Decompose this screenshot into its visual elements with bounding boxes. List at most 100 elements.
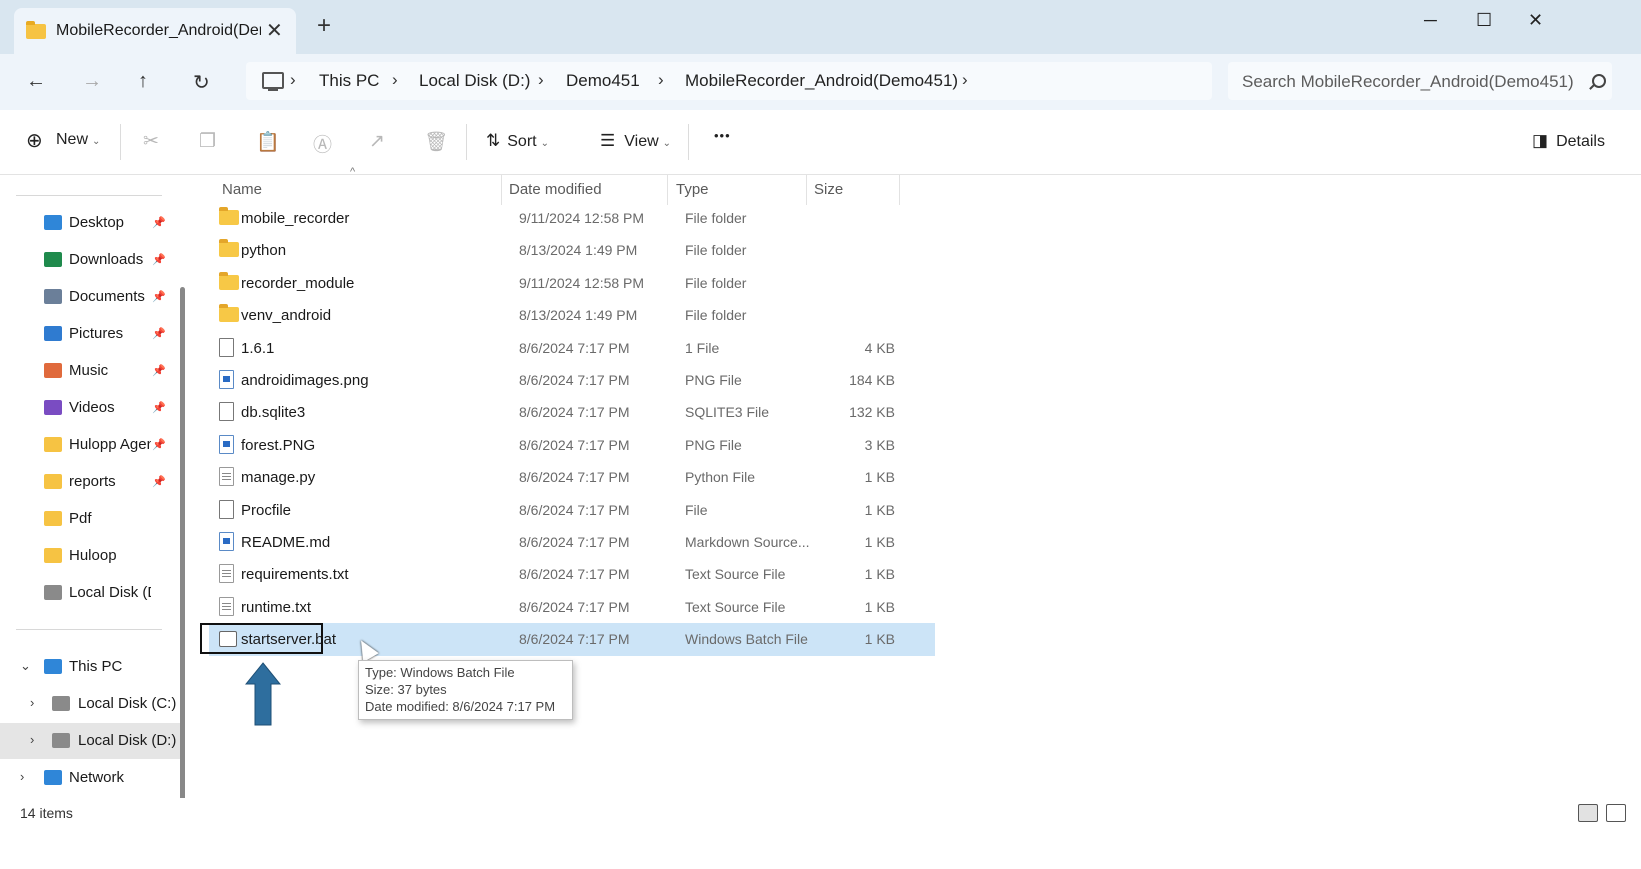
- cut-icon[interactable]: ✂: [143, 130, 159, 153]
- plus-circle-icon: ⊕: [26, 130, 43, 152]
- sidebar-item-pictures[interactable]: Pictures 📌: [0, 316, 180, 352]
- column-divider[interactable]: [899, 175, 900, 205]
- close-window-button[interactable]: ✕: [1528, 10, 1543, 31]
- address-bar[interactable]: › This PC › Local Disk (D:) › Demo451 › …: [246, 62, 1212, 100]
- file-row[interactable]: Procfile 8/6/2024 7:17 PM File 1 KB: [209, 494, 935, 527]
- file-type: File folder: [685, 274, 747, 291]
- sidebar-item-videos[interactable]: Videos 📌: [0, 390, 180, 426]
- sidebar-item-this-pc[interactable]: ⌄ This PC: [0, 649, 180, 685]
- tab-current[interactable]: MobileRecorder_Android(Demo451) ✕: [14, 8, 296, 54]
- sidebar-item-hulopp-agent[interactable]: Hulopp Agent 📌: [0, 427, 180, 463]
- chevron-right-icon[interactable]: ›: [962, 70, 968, 90]
- sidebar-item-local-disk-c[interactable]: › Local Disk (C:): [0, 686, 180, 722]
- folder-icon: [219, 304, 239, 323]
- chevron-right-icon[interactable]: ›: [30, 732, 34, 747]
- column-header-type[interactable]: Type: [676, 181, 709, 198]
- file-row[interactable]: db.sqlite3 8/6/2024 7:17 PM SQLITE3 File 13…: [209, 396, 935, 429]
- delete-icon[interactable]: 🗑: [424, 130, 448, 154]
- new-button[interactable]: New ⌄: [56, 131, 100, 149]
- sidebar-item-local-disk-d[interactable]: › Local Disk (D:): [0, 723, 180, 759]
- tooltip-type: Type: Windows Batch File: [365, 665, 515, 680]
- file-name: README.md: [241, 534, 331, 551]
- maximize-button[interactable]: ☐: [1476, 10, 1492, 31]
- minimize-button[interactable]: ─: [1424, 10, 1437, 31]
- view-button[interactable]: ☰ View ⌄: [600, 131, 671, 151]
- new-tab-button[interactable]: +: [317, 14, 331, 38]
- file-row[interactable]: README.md 8/6/2024 7:17 PM Markdown Source…: [209, 526, 935, 559]
- pin-icon[interactable]: 📌: [152, 216, 166, 229]
- up-button[interactable]: ↑: [138, 70, 148, 93]
- pin-icon[interactable]: 📌: [152, 290, 166, 303]
- file-row[interactable]: requirements.txt 8/6/2024 7:17 PM Text Sou…: [209, 558, 935, 591]
- search-box[interactable]: Search MobileRecorder_Android(Demo451): [1228, 62, 1612, 100]
- breadcrumb-current-folder[interactable]: MobileRecorder_Android(Demo451): [685, 71, 958, 91]
- tab-bar: MobileRecorder_Android(Demo451) ✕ + ─ ☐ …: [0, 0, 1641, 54]
- file-row[interactable]: forest.PNG 8/6/2024 7:17 PM PNG File 3 KB: [209, 429, 935, 462]
- file-name: runtime.txt: [241, 598, 312, 616]
- file-row[interactable]: 1.6.1 8/6/2024 7:17 PM 1 File 4 KB: [209, 332, 935, 365]
- column-divider[interactable]: [501, 175, 502, 205]
- sidebar-item-downloads[interactable]: Downloads 📌: [0, 242, 180, 278]
- sidebar-item-music[interactable]: Music 📌: [0, 353, 180, 389]
- breadcrumb-this-pc[interactable]: This PC: [319, 71, 379, 91]
- pin-icon[interactable]: 📌: [152, 364, 166, 377]
- file-row[interactable]: androidimages.png 8/6/2024 7:17 PM PNG Fil…: [209, 364, 935, 397]
- sidebar-item-local-disk-d[interactable]: Local Disk (D:): [0, 575, 180, 611]
- chevron-down-icon[interactable]: ⌄: [20, 658, 31, 674]
- column-header-name[interactable]: Name: [222, 181, 262, 198]
- file-row[interactable]: python 8/13/2024 1:49 PM File folder: [209, 234, 935, 267]
- pin-icon[interactable]: 📌: [152, 327, 166, 340]
- share-icon[interactable]: ↗: [369, 130, 385, 153]
- tab-close-icon[interactable]: ✕: [266, 18, 283, 43]
- file-type: Text Source File: [685, 566, 786, 583]
- pin-icon[interactable]: 📌: [152, 401, 166, 414]
- network-icon: [44, 770, 62, 785]
- file-row[interactable]: mobile_recorder 9/11/2024 12:58 PM File fo…: [209, 202, 935, 235]
- file-type: File: [685, 501, 708, 518]
- sidebar-item-desktop[interactable]: Desktop 📌: [0, 205, 180, 241]
- sidebar-scrollbar[interactable]: [180, 287, 185, 817]
- file-row[interactable]: venv_android 8/13/2024 1:49 PM File folder: [209, 299, 935, 332]
- chevron-right-icon[interactable]: ›: [290, 70, 296, 90]
- chevron-right-icon[interactable]: ›: [30, 695, 34, 710]
- column-header-date-modified[interactable]: Date modified: [509, 181, 602, 198]
- sidebar-item-huloop[interactable]: Huloop: [0, 538, 180, 574]
- details-pane-button[interactable]: ◨ Details: [1532, 131, 1605, 151]
- sidebar-item-reports[interactable]: reports 📌: [0, 464, 180, 500]
- details-view-icon[interactable]: [1578, 804, 1598, 822]
- chevron-right-icon[interactable]: ›: [392, 70, 398, 90]
- chevron-right-icon[interactable]: ›: [20, 769, 24, 784]
- chevron-right-icon[interactable]: ›: [658, 70, 664, 90]
- refresh-button[interactable]: ↻: [193, 70, 210, 95]
- sort-button[interactable]: ⇅ Sort ⌄: [486, 131, 549, 151]
- search-input[interactable]: Search MobileRecorder_Android(Demo451): [1242, 72, 1574, 92]
- forward-button[interactable]: →: [82, 70, 102, 93]
- file-date-modified: 8/6/2024 7:17 PM: [519, 339, 630, 356]
- column-divider[interactable]: [806, 175, 807, 205]
- pin-icon[interactable]: 📌: [152, 438, 166, 451]
- pin-icon[interactable]: 📌: [152, 475, 166, 488]
- file-row[interactable]: manage.py 8/6/2024 7:17 PM Python File 1 KB: [209, 461, 935, 494]
- chevron-down-icon: ⌄: [540, 138, 549, 149]
- column-header-size[interactable]: Size: [814, 181, 843, 198]
- sidebar-item-label: Pictures: [69, 325, 124, 342]
- file-row[interactable]: runtime.txt 8/6/2024 7:17 PM Text Source F…: [209, 591, 935, 624]
- file-row[interactable]: recorder_module 9/11/2024 12:58 PM File fo…: [209, 267, 935, 300]
- breadcrumb-demo451[interactable]: Demo451: [566, 71, 640, 91]
- breadcrumb-local-disk-d[interactable]: Local Disk (D:): [419, 71, 530, 91]
- file-date-modified: 8/13/2024 1:49 PM: [519, 242, 638, 259]
- chevron-right-icon[interactable]: ›: [538, 70, 544, 90]
- pin-icon[interactable]: 📌: [152, 253, 166, 266]
- more-options-button[interactable]: •••: [714, 128, 731, 143]
- sidebar-item-documents[interactable]: Documents 📌: [0, 279, 180, 315]
- back-button[interactable]: ←: [26, 70, 46, 93]
- file-date-modified: 9/11/2024 12:58 PM: [519, 274, 645, 291]
- copy-icon[interactable]: ❐: [199, 130, 216, 153]
- drive-icon: [52, 733, 70, 748]
- paste-icon[interactable]: 📋: [256, 130, 280, 154]
- large-icons-view-icon[interactable]: [1606, 804, 1626, 822]
- column-divider[interactable]: [667, 175, 668, 205]
- sidebar-item-network[interactable]: › Network: [0, 760, 180, 796]
- sidebar-item-pdf[interactable]: Pdf: [0, 501, 180, 537]
- rename-icon[interactable]: Ⓐ: [313, 130, 332, 157]
